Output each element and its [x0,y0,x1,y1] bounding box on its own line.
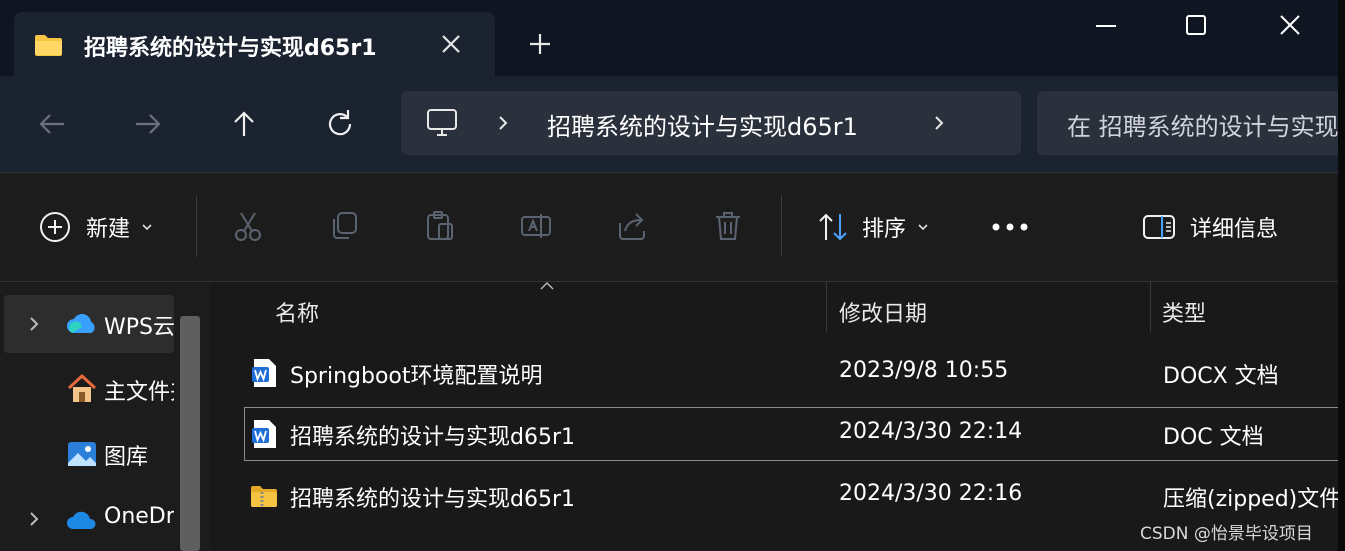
search-input[interactable]: 在 招聘系统的设计与实现d65r1 中搜索 [1037,91,1338,155]
word-doc-icon [252,420,276,448]
home-icon [67,374,97,402]
chevron-down-icon [918,224,928,231]
minimize-icon[interactable] [1086,10,1126,42]
title-bar: 招聘系统的设计与实现d65r1 [0,0,1338,76]
close-window-icon[interactable] [1270,10,1310,42]
sidebar-item-home[interactable]: 主文件夹 [4,360,174,418]
back-arrow-icon[interactable] [32,104,72,144]
sidebar-item-label: 图库 [104,445,149,470]
copy-icon[interactable] [327,209,361,243]
scrollbar-thumb[interactable] [180,316,200,551]
sort-indicator-icon [540,282,554,290]
new-button-label: 新建 [86,217,131,242]
share-icon[interactable] [615,209,649,243]
refresh-icon[interactable] [320,104,360,144]
details-pane-icon [1143,215,1175,239]
file-name[interactable]: Springboot环境配置说明 [290,358,543,390]
wps-cloud-icon [67,314,95,333]
file-type: 压缩(zipped)文件夹 [1163,487,1343,512]
file-type: DOC 文档 [1163,425,1264,450]
details-button-label: 详细信息 [1190,217,1279,242]
more-options-icon[interactable] [990,217,1030,237]
column-divider[interactable] [1150,282,1151,332]
word-doc-icon [252,359,276,387]
sidebar-item-label: OneDrive [104,504,174,529]
folder-icon [35,35,62,56]
file-modified: 2024/3/30 22:16 [839,481,1023,506]
up-arrow-icon[interactable] [224,104,264,144]
maximize-icon[interactable] [1176,10,1216,42]
this-pc-icon[interactable] [425,107,459,139]
file-name[interactable]: 招聘系统的设计与实现d65r1 [290,481,575,513]
paste-icon[interactable] [423,209,457,243]
command-bar: 新建 排序 详细信息 [0,173,1338,281]
file-modified: 2023/9/8 10:55 [839,358,1009,383]
column-divider[interactable] [826,282,827,332]
navigation-bar: 招聘系统的设计与实现d65r1 在 招聘系统的设计与实现d65r1 中搜索 [0,76,1338,172]
sort-button-label: 排序 [862,217,907,242]
sidebar-item-label: WPS云盘 [104,315,174,340]
forward-arrow-icon[interactable] [128,104,168,144]
sidebar-item-gallery[interactable]: 图库 [4,425,174,483]
window-edge [1338,0,1345,551]
details-pane-button[interactable]: 详细信息 [1142,209,1278,245]
chevron-down-icon [142,224,152,231]
file-list: 名称 修改日期 类型 Springboot环境配置说明 2023/9/8 10:… [210,282,1344,551]
sidebar-item-label: 主文件夹 [104,380,174,405]
rename-icon[interactable] [519,209,553,243]
new-button[interactable]: 新建 [38,209,154,245]
chevron-right-icon[interactable] [493,113,513,133]
tab-active[interactable]: 招聘系统的设计与实现d65r1 [14,12,495,76]
sidebar-item-onedrive[interactable]: OneDrive [4,490,174,548]
file-row[interactable]: 招聘系统的设计与实现d65r1 2024/3/30 22:16 压缩(zippe… [244,469,1344,523]
gallery-icon [68,442,96,466]
chevron-right-icon[interactable] [26,315,42,333]
delete-icon[interactable] [711,209,745,243]
separator [196,195,197,257]
zip-folder-icon [251,486,277,507]
file-row[interactable]: Springboot环境配置说明 2023/9/8 10:55 DOCX 文档 [244,346,1344,400]
new-tab-icon[interactable] [526,30,554,58]
watermark: CSDN @怡景毕设项目 [1140,519,1313,544]
file-name[interactable]: 招聘系统的设计与实现d65r1 [290,419,575,451]
navigation-pane: WPS云盘 主文件夹 图库 OneDrive [0,282,210,551]
file-type: DOCX 文档 [1163,364,1279,389]
sort-button[interactable]: 排序 [816,209,930,245]
cut-icon[interactable] [231,209,265,243]
chevron-right-icon[interactable] [26,510,42,528]
chevron-right-icon[interactable] [929,113,949,133]
onedrive-icon [67,511,96,529]
sort-arrows-icon [819,213,847,241]
file-modified: 2024/3/30 22:14 [839,419,1023,444]
address-bar[interactable]: 招聘系统的设计与实现d65r1 [401,91,1021,155]
search-placeholder: 在 招聘系统的设计与实现d65r1 中搜索 [1067,113,1338,141]
close-tab-icon[interactable] [437,30,465,58]
file-row[interactable]: 招聘系统的设计与实现d65r1 2024/3/30 22:14 DOC 文档 [244,407,1344,461]
column-header-type[interactable]: 类型 [1162,296,1206,328]
breadcrumb[interactable]: 招聘系统的设计与实现d65r1 [547,107,858,142]
separator [781,195,782,257]
column-header-name[interactable]: 名称 [275,296,319,328]
plus-circle-icon [40,212,70,242]
column-header-modified[interactable]: 修改日期 [839,296,927,328]
sidebar-item-wps-cloud[interactable]: WPS云盘 [4,295,174,353]
tab-title: 招聘系统的设计与实现d65r1 [84,36,377,61]
